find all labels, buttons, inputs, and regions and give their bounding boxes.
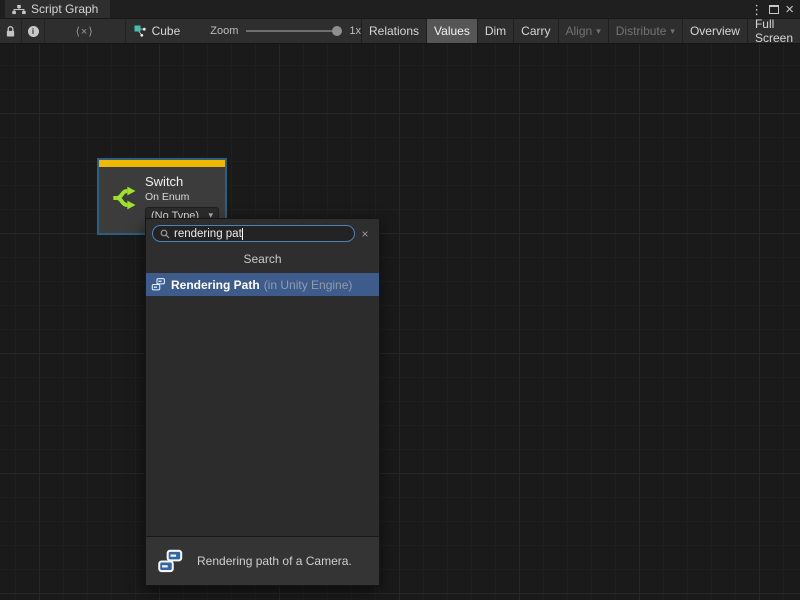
- graph-canvas[interactable]: Switch On Enum (No Type) ▾: [0, 44, 800, 600]
- chevron-down-icon: ▾: [670, 26, 675, 37]
- toolbar-toggle-group: Relations Values Dim Carry Align▾ Distri…: [361, 19, 800, 43]
- align-dropdown[interactable]: Align▾: [558, 19, 608, 43]
- popup-footer: Rendering path of a Camera.: [146, 536, 379, 585]
- script-graph-window: Script Graph ⋮ × i ⟨×⟩: [0, 0, 800, 600]
- window-menu-icon[interactable]: ⋮: [750, 3, 763, 16]
- graph-node-icon: [134, 25, 147, 38]
- overview-button[interactable]: Overview: [682, 19, 747, 43]
- type-search-popup: rendering pat × Search Rendering Path (i…: [145, 218, 380, 586]
- zoom-label: Zoom: [210, 25, 238, 37]
- carry-toggle[interactable]: Carry: [513, 19, 557, 43]
- result-context: (in Unity Engine): [264, 278, 353, 292]
- graph-hierarchy-icon: [12, 3, 26, 16]
- inspect-button[interactable]: i: [22, 19, 44, 43]
- relations-toggle[interactable]: Relations: [361, 19, 426, 43]
- result-description: Rendering path of a Camera.: [197, 554, 352, 568]
- node-title: Switch: [145, 173, 221, 190]
- node-warning-bar: [99, 160, 225, 167]
- zoom-control: Zoom 1x: [210, 19, 361, 43]
- graph-toolbar: i ⟨×⟩ Cube Zoom 1x: [0, 19, 800, 44]
- code-icon: ⟨×⟩: [76, 25, 94, 38]
- search-input[interactable]: rendering pat: [152, 225, 355, 242]
- window-close-icon[interactable]: ×: [785, 2, 794, 17]
- graph-reference[interactable]: Cube: [126, 19, 191, 43]
- preview-code-button[interactable]: ⟨×⟩: [45, 19, 126, 43]
- enum-icon: [157, 548, 184, 575]
- switch-branch-icon: [110, 184, 140, 212]
- tab-script-graph[interactable]: Script Graph: [5, 0, 110, 18]
- search-section-header: Search: [146, 246, 379, 273]
- enum-icon: [151, 277, 166, 292]
- tab-title: Script Graph: [31, 2, 98, 16]
- chevron-down-icon: ▾: [596, 26, 601, 37]
- fullscreen-button[interactable]: Full Screen: [747, 19, 800, 43]
- search-icon: [160, 229, 170, 239]
- distribute-dropdown[interactable]: Distribute▾: [608, 19, 682, 43]
- zoom-slider[interactable]: [246, 26, 341, 36]
- zoom-slider-track: [246, 30, 341, 32]
- search-query: rendering pat: [174, 228, 242, 240]
- node-subtitle: On Enum: [145, 190, 221, 204]
- values-toggle[interactable]: Values: [426, 19, 477, 43]
- info-icon: i: [28, 26, 39, 37]
- dim-toggle[interactable]: Dim: [477, 19, 513, 43]
- clear-search-button[interactable]: ×: [357, 227, 373, 241]
- zoom-value: 1x: [349, 25, 361, 37]
- tab-bar-spacer: [110, 0, 750, 18]
- result-list-empty-area[interactable]: [146, 296, 379, 536]
- graph-reference-label: Cube: [152, 24, 181, 38]
- search-result-rendering-path[interactable]: Rendering Path (in Unity Engine): [146, 273, 379, 296]
- zoom-slider-handle[interactable]: [332, 26, 342, 36]
- text-caret: [242, 228, 243, 240]
- lock-icon: [5, 25, 16, 38]
- tab-bar: Script Graph ⋮ ×: [0, 0, 800, 19]
- lock-button[interactable]: [0, 19, 22, 43]
- window-maximize-icon[interactable]: [769, 5, 779, 14]
- result-name: Rendering Path: [171, 278, 260, 292]
